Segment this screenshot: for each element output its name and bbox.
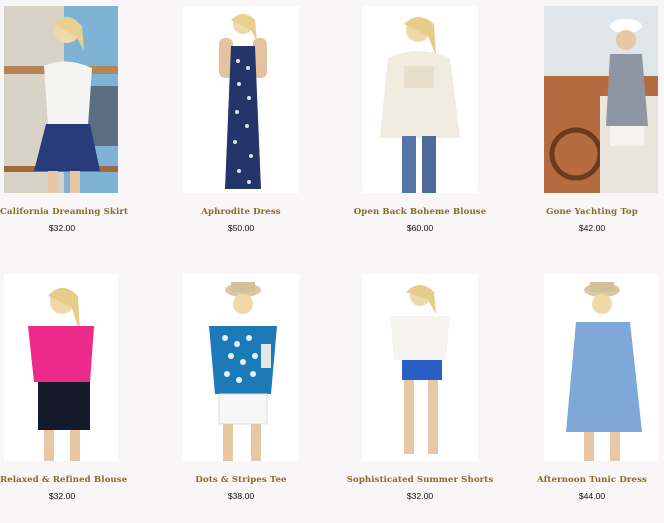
product-card[interactable]: Relaxed & Refined Blouse $32.00	[0, 268, 127, 508]
product-name[interactable]: Sophisticated Summer Shorts	[345, 475, 495, 485]
product-price: $42.00	[578, 223, 606, 233]
product-name[interactable]: Open Back Boheme Blouse	[345, 207, 495, 217]
product-card[interactable]: California Dreaming Skirt $32.00	[0, 0, 128, 240]
product-card[interactable]: Gone Yachting Top $42.00	[526, 0, 658, 240]
product-price: $60.00	[406, 223, 434, 233]
product-name[interactable]: Afternoon Tunic Dress	[526, 475, 658, 485]
product-card[interactable]: Open Back Boheme Blouse $60.00	[345, 0, 495, 240]
product-price: $32.00	[48, 491, 76, 501]
product-image[interactable]	[544, 6, 658, 193]
product-image[interactable]	[362, 6, 478, 193]
product-name[interactable]: Gone Yachting Top	[526, 207, 658, 217]
product-price: $32.00	[48, 223, 76, 233]
product-image[interactable]	[4, 6, 118, 193]
product-image[interactable]	[4, 274, 118, 461]
product-image[interactable]	[544, 274, 658, 461]
product-price: $32.00	[406, 491, 434, 501]
product-name[interactable]: Relaxed & Refined Blouse	[0, 475, 127, 485]
product-card[interactable]: Sophisticated Summer Shorts $32.00	[345, 268, 495, 508]
product-card[interactable]: Dots & Stripes Tee $38.00	[166, 268, 316, 508]
product-name[interactable]: Dots & Stripes Tee	[166, 475, 316, 485]
product-image[interactable]	[183, 274, 299, 461]
product-price: $44.00	[578, 491, 606, 501]
product-name[interactable]: Aphrodite Dress	[166, 207, 316, 217]
product-grid: California Dreaming Skirt $32.00 Aphrodi…	[0, 0, 664, 523]
product-name[interactable]: California Dreaming Skirt	[0, 207, 128, 217]
product-card[interactable]: Aphrodite Dress $50.00	[166, 0, 316, 240]
product-price: $38.00	[227, 491, 255, 501]
product-price: $50.00	[227, 223, 255, 233]
product-image[interactable]	[362, 274, 478, 461]
product-card[interactable]: Afternoon Tunic Dress $44.00	[526, 268, 658, 508]
product-image[interactable]	[183, 6, 299, 193]
